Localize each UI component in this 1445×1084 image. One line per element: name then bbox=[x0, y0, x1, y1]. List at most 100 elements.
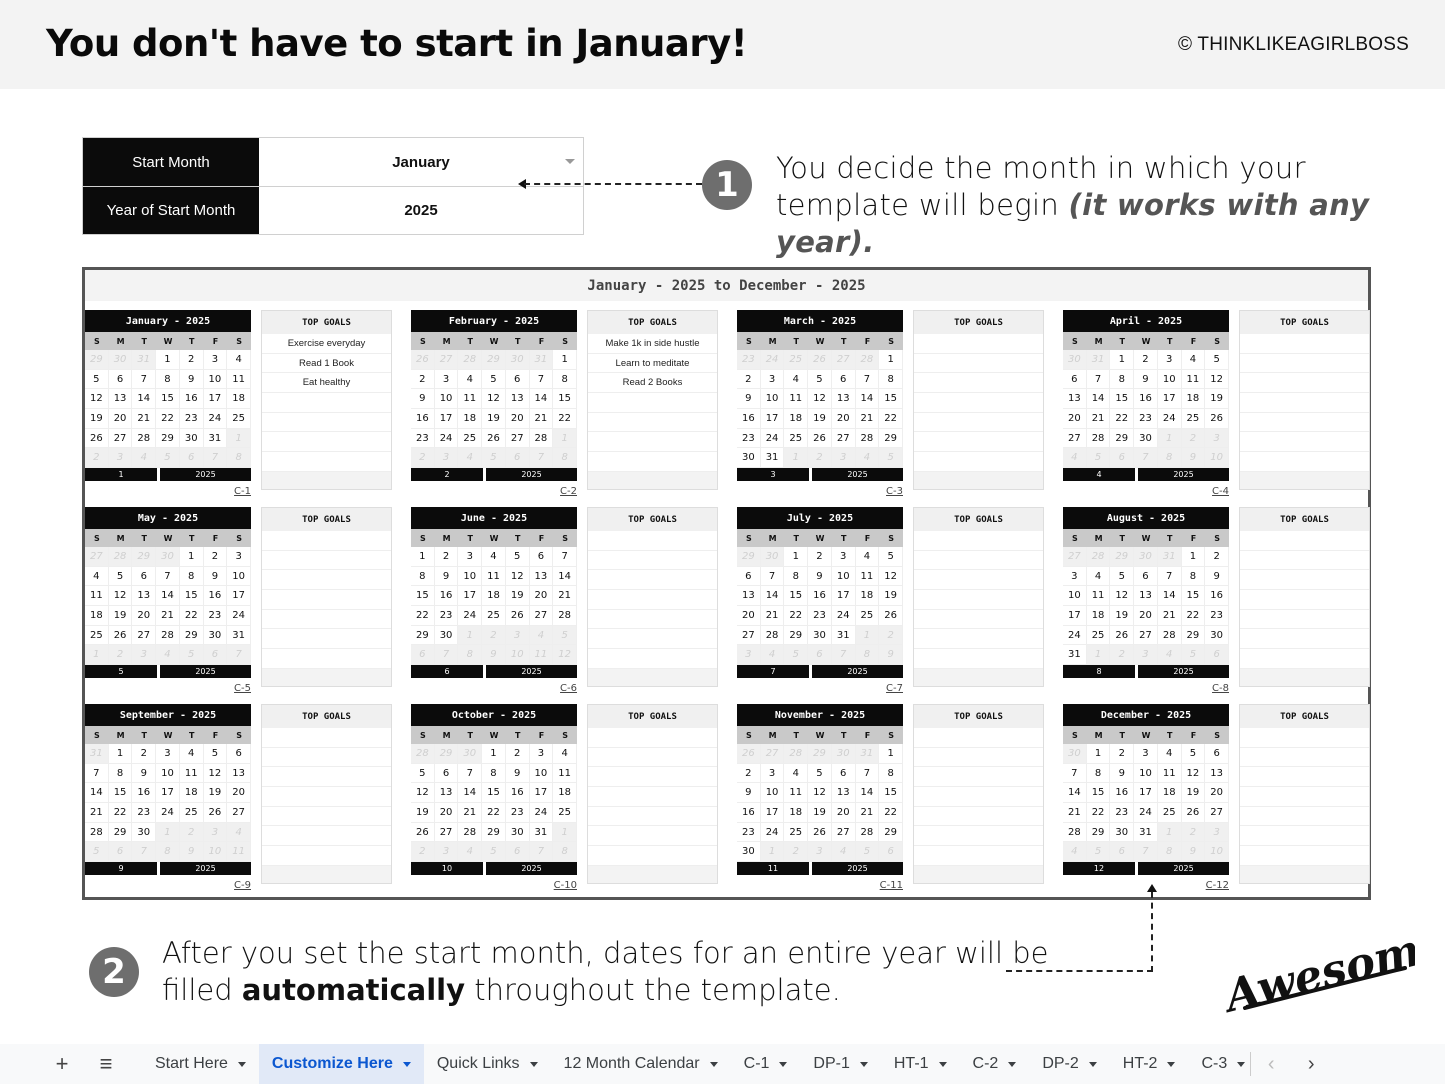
adjacent-month-day-cell[interactable]: 5 bbox=[179, 645, 204, 666]
day-cell[interactable]: 13 bbox=[227, 763, 251, 784]
day-cell[interactable]: 26 bbox=[108, 625, 133, 646]
day-cell[interactable]: 3 bbox=[156, 744, 180, 764]
adjacent-month-day-cell[interactable]: 3 bbox=[808, 842, 832, 863]
adjacent-month-day-cell[interactable]: 1 bbox=[1157, 822, 1182, 843]
day-cell[interactable]: 4 bbox=[179, 744, 204, 764]
day-cell[interactable]: 11 bbox=[1086, 586, 1111, 607]
adjacent-month-day-cell[interactable]: 27 bbox=[434, 350, 459, 370]
day-cell[interactable]: 1 bbox=[1110, 350, 1135, 370]
day-cell[interactable]: 9 bbox=[411, 389, 435, 410]
day-cell[interactable]: 10 bbox=[203, 369, 228, 390]
sheet-tab[interactable]: Quick Links bbox=[424, 1044, 551, 1084]
goal-cell[interactable]: Learn to meditate bbox=[588, 353, 717, 374]
day-cell[interactable]: 7 bbox=[855, 369, 880, 390]
goal-cell[interactable] bbox=[588, 452, 717, 472]
day-cell[interactable]: 19 bbox=[808, 409, 832, 429]
day-cell[interactable]: 25 bbox=[482, 606, 506, 626]
day-cell[interactable]: 12 bbox=[203, 763, 228, 784]
goal-cell[interactable] bbox=[1240, 550, 1369, 571]
goal-cell[interactable] bbox=[914, 432, 1043, 453]
day-cell[interactable]: 2 bbox=[1134, 350, 1158, 370]
adjacent-month-day-cell[interactable]: 8 bbox=[1157, 448, 1182, 469]
goal-cell[interactable] bbox=[262, 550, 391, 571]
day-cell[interactable]: 12 bbox=[1181, 763, 1206, 784]
day-cell[interactable]: 2 bbox=[132, 744, 157, 764]
day-cell[interactable]: 19 bbox=[1205, 389, 1229, 410]
day-cell[interactable]: 21 bbox=[156, 606, 180, 626]
adjacent-month-day-cell[interactable]: 11 bbox=[227, 842, 251, 863]
day-cell[interactable]: 12 bbox=[1205, 369, 1229, 390]
adjacent-month-day-cell[interactable]: 9 bbox=[179, 842, 204, 863]
day-cell[interactable]: 6 bbox=[529, 547, 554, 567]
day-cell[interactable]: 19 bbox=[808, 803, 832, 823]
day-cell[interactable]: 12 bbox=[879, 566, 903, 587]
day-cell[interactable]: 14 bbox=[1063, 783, 1087, 804]
day-cell[interactable]: 19 bbox=[505, 586, 530, 607]
day-cell[interactable]: 4 bbox=[458, 369, 483, 390]
day-cell[interactable]: 22 bbox=[482, 803, 506, 823]
day-cell[interactable]: 26 bbox=[1181, 803, 1206, 823]
goal-cell[interactable] bbox=[588, 629, 717, 650]
day-cell[interactable]: 27 bbox=[227, 803, 251, 823]
adjacent-month-day-cell[interactable]: 2 bbox=[108, 645, 133, 666]
day-cell[interactable]: 1 bbox=[879, 350, 903, 370]
adjacent-month-day-cell[interactable]: 31 bbox=[529, 350, 554, 370]
adjacent-month-day-cell[interactable]: 3 bbox=[1134, 645, 1158, 666]
goal-cell[interactable] bbox=[1240, 353, 1369, 374]
day-cell[interactable]: 7 bbox=[1086, 369, 1111, 390]
adjacent-month-day-cell[interactable]: 5 bbox=[482, 842, 506, 863]
day-cell[interactable]: 18 bbox=[85, 606, 109, 626]
day-cell[interactable]: 8 bbox=[1110, 369, 1135, 390]
day-cell[interactable]: 11 bbox=[179, 763, 204, 784]
adjacent-month-day-cell[interactable]: 1 bbox=[784, 448, 809, 469]
goal-cell[interactable] bbox=[262, 767, 391, 788]
day-cell[interactable]: 7 bbox=[553, 547, 577, 567]
day-cell[interactable]: 21 bbox=[760, 606, 785, 626]
day-cell[interactable]: 30 bbox=[1110, 822, 1135, 843]
day-cell[interactable]: 17 bbox=[458, 586, 483, 607]
adjacent-month-day-cell[interactable]: 9 bbox=[1181, 842, 1206, 863]
day-cell[interactable]: 8 bbox=[482, 763, 506, 784]
day-cell[interactable]: 28 bbox=[85, 822, 109, 843]
adjacent-month-day-cell[interactable]: 6 bbox=[808, 645, 832, 666]
day-cell[interactable]: 14 bbox=[855, 389, 880, 410]
day-cell[interactable]: 19 bbox=[203, 783, 228, 804]
day-cell[interactable]: 20 bbox=[227, 783, 251, 804]
goal-cell[interactable] bbox=[914, 649, 1043, 669]
day-cell[interactable]: 21 bbox=[1157, 606, 1182, 626]
day-cell[interactable]: 27 bbox=[434, 822, 459, 843]
day-cell[interactable]: 28 bbox=[529, 428, 554, 449]
day-cell[interactable]: 19 bbox=[879, 586, 903, 607]
goal-cell[interactable] bbox=[588, 747, 717, 768]
adjacent-month-day-cell[interactable]: 30 bbox=[1063, 744, 1087, 764]
goal-cell[interactable] bbox=[914, 806, 1043, 827]
day-cell[interactable]: 6 bbox=[1205, 744, 1229, 764]
day-cell[interactable]: 9 bbox=[1205, 566, 1229, 587]
sheet-tab[interactable]: 12 Month Calendar bbox=[551, 1044, 731, 1084]
day-cell[interactable]: 27 bbox=[1134, 625, 1158, 646]
day-cell[interactable]: 15 bbox=[1086, 783, 1111, 804]
add-sheet-icon[interactable]: + bbox=[40, 1051, 84, 1077]
goal-cell[interactable] bbox=[914, 570, 1043, 591]
day-cell[interactable]: 20 bbox=[529, 586, 554, 607]
goal-cell[interactable] bbox=[914, 747, 1043, 768]
day-cell[interactable]: 2 bbox=[203, 547, 228, 567]
adjacent-month-day-cell[interactable]: 2 bbox=[482, 625, 506, 646]
adjacent-month-day-cell[interactable]: 30 bbox=[156, 547, 180, 567]
day-cell[interactable]: 17 bbox=[203, 389, 228, 410]
day-cell[interactable]: 11 bbox=[227, 369, 251, 390]
day-cell[interactable]: 15 bbox=[411, 586, 435, 607]
day-cell[interactable]: 30 bbox=[737, 842, 761, 863]
day-cell[interactable]: 26 bbox=[482, 428, 506, 449]
day-cell[interactable]: 20 bbox=[1134, 606, 1158, 626]
month-sheet-link[interactable]: C-3 bbox=[886, 486, 903, 497]
adjacent-month-day-cell[interactable]: 26 bbox=[411, 350, 435, 370]
adjacent-month-day-cell[interactable]: 4 bbox=[227, 822, 251, 843]
day-cell[interactable]: 14 bbox=[1157, 586, 1182, 607]
day-cell[interactable]: 14 bbox=[1086, 389, 1111, 410]
day-cell[interactable]: 5 bbox=[1110, 566, 1135, 587]
day-cell[interactable]: 9 bbox=[1134, 369, 1158, 390]
day-cell[interactable]: 6 bbox=[1063, 369, 1087, 390]
adjacent-month-day-cell[interactable]: 6 bbox=[1110, 842, 1135, 863]
adjacent-month-day-cell[interactable]: 6 bbox=[505, 448, 530, 469]
